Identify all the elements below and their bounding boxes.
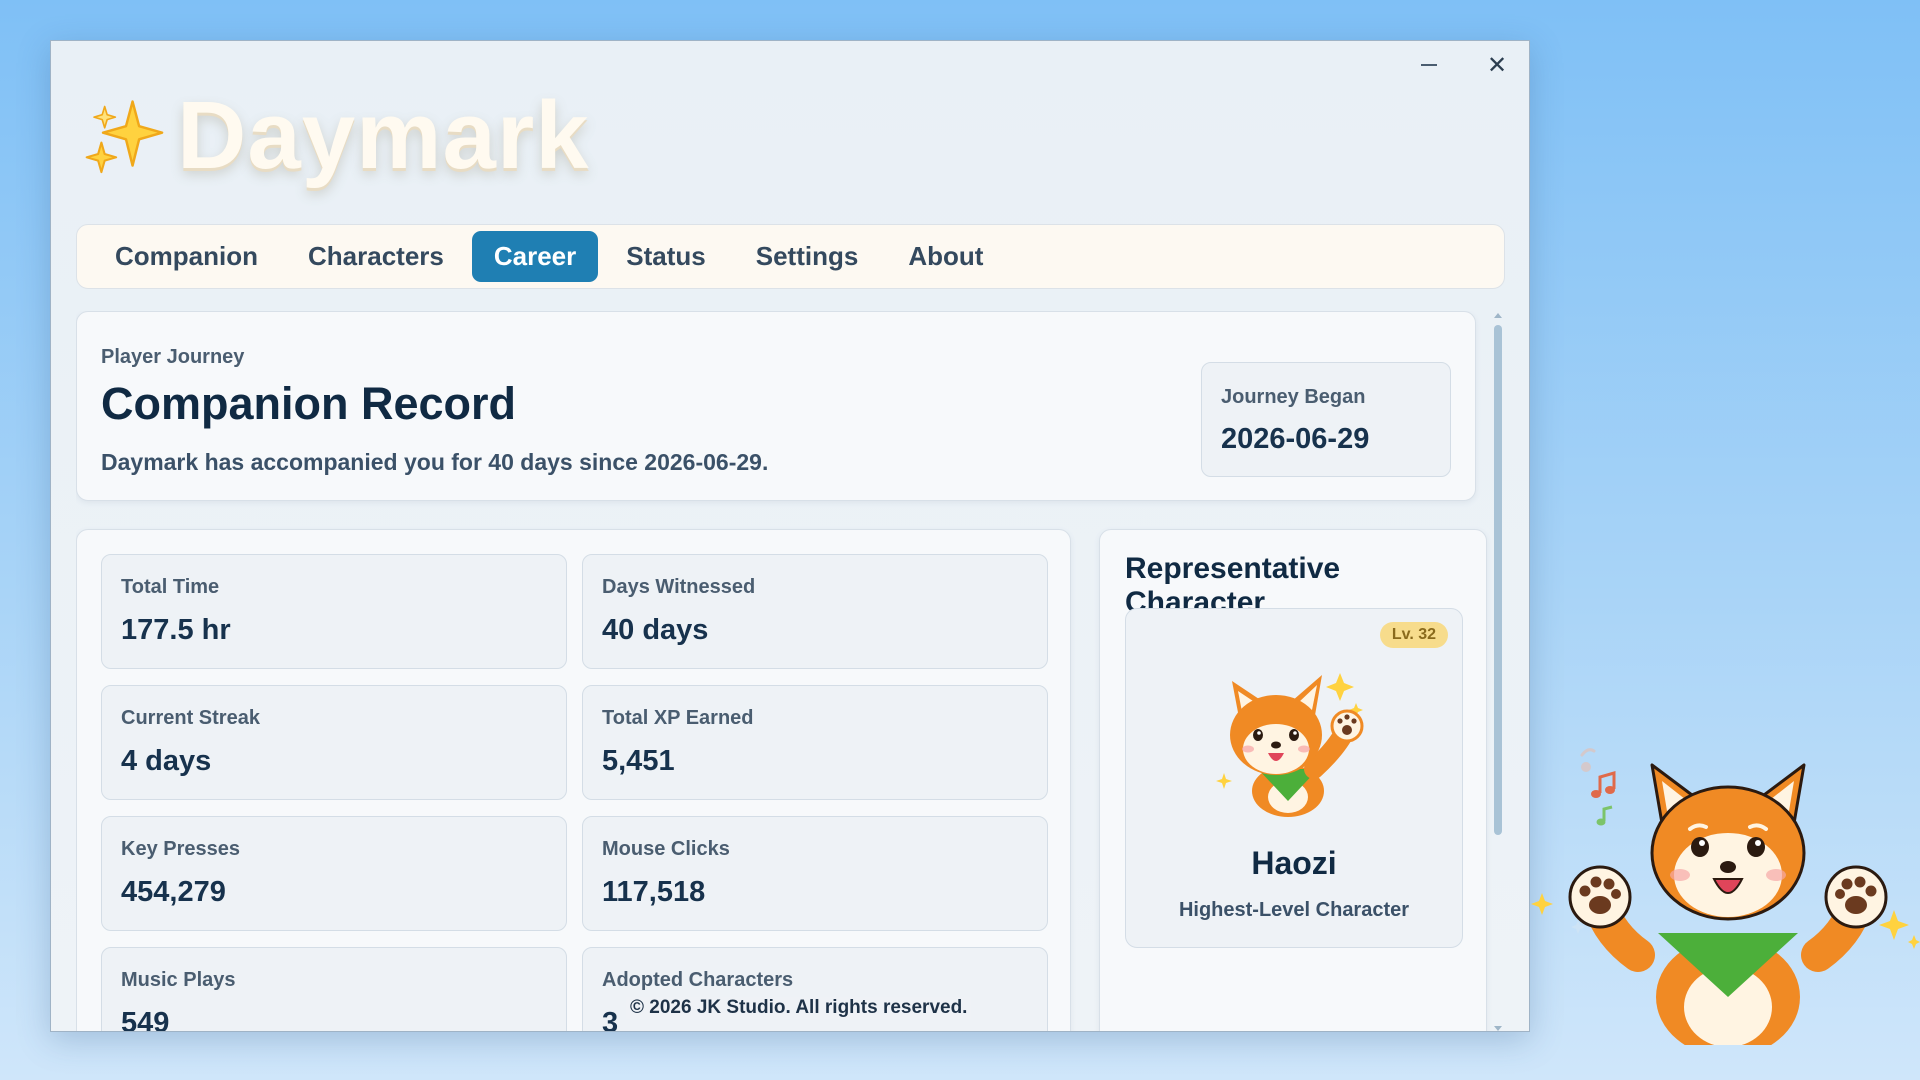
scroll-down-arrow-icon[interactable]	[1494, 1026, 1502, 1031]
scroll-up-arrow-icon[interactable]	[1494, 313, 1502, 318]
stat-value: 5,451	[602, 745, 675, 777]
stat-label: Mouse Clicks	[602, 838, 730, 860]
tab-bar: Companion Characters Career Status Setti…	[76, 224, 1505, 289]
stat-label: Current Streak	[121, 707, 260, 729]
stat-music-plays: Music Plays 549	[101, 947, 567, 1032]
stat-value: 177.5 hr	[121, 614, 231, 646]
stat-key-presses: Key Presses 454,279	[101, 816, 567, 931]
stat-value: 117,518	[602, 876, 706, 908]
minimize-icon	[1421, 64, 1437, 66]
tab-companion[interactable]: Companion	[93, 231, 280, 282]
close-icon: ✕	[1486, 51, 1508, 79]
minimize-button[interactable]	[1415, 51, 1443, 79]
character-subtitle: Highest-Level Character	[1178, 899, 1410, 921]
window-controls: ✕	[1415, 51, 1511, 79]
stat-label: Music Plays	[121, 969, 236, 991]
close-button[interactable]: ✕	[1483, 51, 1511, 79]
stat-label: Adopted Characters	[602, 969, 794, 991]
tab-career[interactable]: Career	[471, 231, 599, 282]
journey-began-box: Journey Began 2026-06-29	[1201, 362, 1451, 477]
stats-panel: Total Time 177.5 hr Days Witnessed 40 da…	[76, 529, 1071, 1032]
page-title: Companion Record	[101, 378, 517, 429]
career-content: Player Journey Companion Record Daymark …	[76, 311, 1505, 1032]
journey-began-label: Journey Began	[1221, 386, 1366, 408]
app-title: Daymark	[177, 82, 590, 189]
stat-value: 40 days	[602, 614, 709, 646]
journey-kicker: Player Journey	[101, 346, 245, 368]
journey-began-value: 2026-06-29	[1221, 423, 1370, 455]
tab-characters[interactable]: Characters	[286, 231, 466, 282]
stat-label: Key Presses	[121, 838, 240, 860]
level-badge: Lv. 32	[1379, 622, 1448, 648]
character-card[interactable]: Lv. 32 Haozi Highest-Level Character	[1125, 608, 1463, 948]
copyright-footer: © 2026 JK Studio. All rights reserved.	[626, 997, 972, 1019]
sparkle-icon	[85, 100, 164, 174]
stat-label: Total XP Earned	[602, 707, 754, 729]
vertical-scrollbar[interactable]	[1491, 311, 1505, 1031]
representative-panel: Representative Character Lv. 32 Haozi Hi…	[1099, 529, 1487, 1031]
stat-value: 3	[602, 1007, 619, 1032]
stat-total-xp: Total XP Earned 5,451	[582, 685, 1048, 800]
stat-days-witnessed: Days Witnessed 40 days	[582, 554, 1048, 669]
journey-card: Player Journey Companion Record Daymark …	[76, 311, 1476, 501]
shiba-mascot-icon	[1531, 748, 1920, 1045]
stat-value: 454,279	[121, 876, 226, 908]
stat-current-streak: Current Streak 4 days	[101, 685, 567, 800]
stat-label: Days Witnessed	[602, 576, 756, 598]
tab-about[interactable]: About	[886, 231, 1005, 282]
stat-value: 549	[121, 1007, 170, 1032]
stat-total-time: Total Time 177.5 hr	[101, 554, 567, 669]
tab-settings[interactable]: Settings	[734, 231, 881, 282]
journey-description: Daymark has accompanied you for 40 days …	[101, 449, 769, 475]
character-name: Haozi	[1251, 845, 1337, 881]
stat-value: 4 days	[121, 745, 212, 777]
scrollbar-thumb[interactable]	[1494, 325, 1502, 835]
stat-label: Total Time	[121, 576, 220, 598]
stat-mouse-clicks: Mouse Clicks 117,518	[582, 816, 1048, 931]
app-window: ✕ Daymark Companion Characters Career St…	[50, 40, 1530, 1032]
app-logo: Daymark	[85, 81, 590, 191]
tab-status[interactable]: Status	[604, 231, 727, 282]
stat-adopted-characters: Adopted Characters 3	[582, 947, 1048, 1032]
shiba-character-icon	[1216, 673, 1364, 817]
